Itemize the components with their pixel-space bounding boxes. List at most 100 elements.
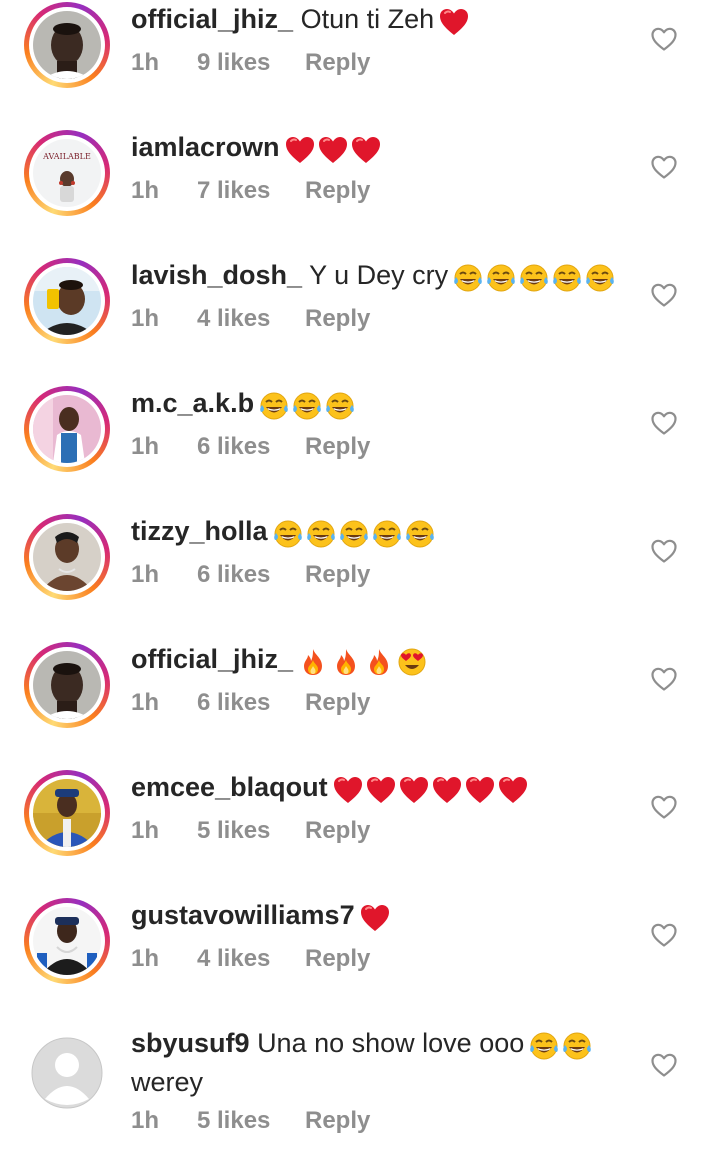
emoji-row xyxy=(528,1031,594,1065)
reply-button[interactable]: Reply xyxy=(305,432,370,462)
heart-emoji-icon xyxy=(431,775,463,805)
comment-timestamp: 1h xyxy=(131,433,160,460)
heart-emoji-icon xyxy=(332,775,364,805)
like-heart-icon[interactable] xyxy=(650,666,678,692)
avatar-ring-gap xyxy=(29,647,105,723)
reply-button[interactable]: Reply xyxy=(305,560,370,590)
heart-emoji-icon xyxy=(464,775,496,805)
avatar-ring-gap xyxy=(31,1037,103,1109)
comment-username[interactable]: official_jhiz_ xyxy=(131,4,293,34)
like-heart-icon[interactable] xyxy=(650,26,678,52)
comment-username[interactable]: lavish_dosh_ xyxy=(131,260,302,290)
comment-likes-count[interactable]: 6 likes xyxy=(197,688,305,718)
like-heart-icon[interactable] xyxy=(650,154,678,180)
story-ring-avatar[interactable] xyxy=(24,898,110,984)
like-heart-icon[interactable] xyxy=(650,1052,678,1078)
avatar-default-placeholder xyxy=(31,1037,103,1109)
comment-meta: 1h 4 likes Reply xyxy=(131,304,370,334)
comment-text: iamlacrown xyxy=(131,130,631,169)
comment-username[interactable]: sbyusuf9 xyxy=(131,1028,250,1058)
comment-username[interactable]: emcee_blaqout xyxy=(131,772,328,802)
comment-meta: 1h 9 likes Reply xyxy=(131,48,370,78)
reply-button[interactable]: Reply xyxy=(305,688,370,718)
comment-username[interactable]: official_jhiz_ xyxy=(131,644,293,674)
reply-button[interactable]: Reply xyxy=(305,304,370,334)
comment-item: lavish_dosh_ Y u Dey cry 1h 4 likes Reply xyxy=(0,256,720,384)
comment-text: sbyusuf9 Una no show love ooo werey xyxy=(131,1026,631,1099)
reply-button[interactable]: Reply xyxy=(305,176,370,206)
heart-emoji-icon xyxy=(317,135,349,165)
avatar-ring-gap xyxy=(29,519,105,595)
emoji-row xyxy=(284,135,383,169)
laugh-emoji-icon xyxy=(452,263,484,293)
comment-item: AVAILABLE iamlacrown 1h 7 likes Reply xyxy=(0,128,720,256)
emoji-row xyxy=(297,647,429,681)
comment-timestamp: 1h xyxy=(131,689,160,716)
reply-button[interactable]: Reply xyxy=(305,48,370,78)
comment-username[interactable]: tizzy_holla xyxy=(131,516,268,546)
avatar-man-dark xyxy=(33,651,101,719)
like-heart-icon[interactable] xyxy=(650,794,678,820)
story-ring-avatar[interactable] xyxy=(24,386,110,472)
avatar-ring-gap xyxy=(29,7,105,83)
story-ring-avatar[interactable] xyxy=(24,2,110,88)
comment-timestamp: 1h xyxy=(131,561,160,588)
laugh-emoji-icon xyxy=(485,263,517,293)
avatar[interactable] xyxy=(24,1030,110,1116)
comment-body: Otun ti Zeh xyxy=(300,4,435,34)
avatar-available-poster: AVAILABLE xyxy=(33,139,101,207)
comment-likes-count[interactable]: 5 likes xyxy=(197,1106,305,1136)
comment-item: sbyusuf9 Una no show love ooo werey 1h 5 li… xyxy=(0,1024,720,1152)
comment-likes-count[interactable]: 4 likes xyxy=(197,304,305,334)
comment-likes-count[interactable]: 6 likes xyxy=(197,432,305,462)
comment-meta: 1h 6 likes Reply xyxy=(131,688,370,718)
comment-timestamp: 1h xyxy=(131,945,160,972)
story-ring-avatar[interactable] xyxy=(24,642,110,728)
avatar-man-shirtless xyxy=(33,523,101,591)
comment-likes-count[interactable]: 6 likes xyxy=(197,560,305,590)
heart-emoji-icon xyxy=(365,775,397,805)
comment-username[interactable]: gustavowilliams7 xyxy=(131,900,355,930)
reply-button[interactable]: Reply xyxy=(305,944,370,974)
story-ring-avatar[interactable] xyxy=(24,514,110,600)
like-heart-icon[interactable] xyxy=(650,282,678,308)
avatar-ring-gap xyxy=(29,391,105,467)
avatar-ring-gap: AVAILABLE xyxy=(29,135,105,211)
like-heart-icon[interactable] xyxy=(650,538,678,564)
comment-username[interactable]: iamlacrown xyxy=(131,132,280,162)
laugh-emoji-icon xyxy=(291,391,323,421)
like-heart-icon[interactable] xyxy=(650,922,678,948)
story-ring-avatar[interactable]: AVAILABLE xyxy=(24,130,110,216)
avatar-man-blue xyxy=(33,779,101,847)
avatar-ring-gap xyxy=(29,263,105,339)
fire-emoji-icon xyxy=(330,647,362,677)
comment-likes-count[interactable]: 4 likes xyxy=(197,944,305,974)
fire-emoji-icon xyxy=(297,647,329,677)
comment-item: official_jhiz_ 1h 6 likes Reply xyxy=(0,640,720,768)
laugh-emoji-icon xyxy=(404,519,436,549)
comment-text: lavish_dosh_ Y u Dey cry xyxy=(131,258,631,297)
avatar-man-pink xyxy=(33,395,101,463)
laugh-emoji-icon xyxy=(338,519,370,549)
comment-likes-count[interactable]: 5 likes xyxy=(197,816,305,846)
comment-text: emcee_blaqout xyxy=(131,770,631,809)
comment-item: official_jhiz_ Otun ti Zeh 1h 9 likes Reply xyxy=(0,0,720,128)
comment-likes-count[interactable]: 9 likes xyxy=(197,48,305,78)
like-heart-icon[interactable] xyxy=(650,410,678,436)
comment-item: tizzy_holla 1h 6 likes Reply xyxy=(0,512,720,640)
laugh-emoji-icon xyxy=(305,519,337,549)
laugh-emoji-icon xyxy=(324,391,356,421)
reply-button[interactable]: Reply xyxy=(305,816,370,846)
comment-meta: 1h 6 likes Reply xyxy=(131,560,370,590)
fire-emoji-icon xyxy=(363,647,395,677)
comment-likes-count[interactable]: 7 likes xyxy=(197,176,305,206)
comment-username[interactable]: m.c_a.k.b xyxy=(131,388,254,418)
emoji-row xyxy=(438,7,471,41)
svg-text:AVAILABLE: AVAILABLE xyxy=(42,152,91,161)
reply-button[interactable]: Reply xyxy=(305,1106,370,1136)
heart-emoji-icon xyxy=(359,903,391,933)
story-ring-avatar[interactable] xyxy=(24,770,110,856)
story-ring-avatar[interactable] xyxy=(24,258,110,344)
laugh-emoji-icon xyxy=(561,1031,593,1061)
heart-emoji-icon xyxy=(438,7,470,37)
